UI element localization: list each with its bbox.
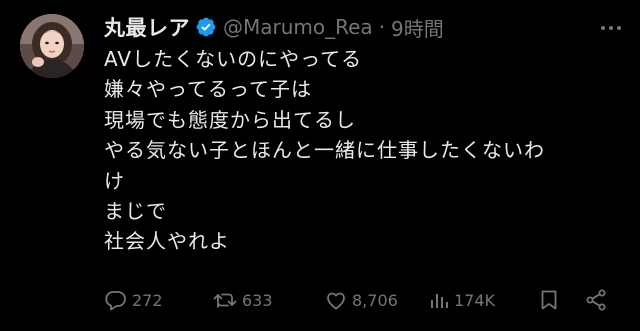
views-icon [431,294,448,308]
tweet-text-line: 嫌々やってるって子は [104,77,312,102]
tweet-text-line: 現場でも態度から出てるし [104,107,356,132]
tweet-text-line: やる気ない子とほんと一緒に仕事したくないわ [104,138,545,163]
retweet-count: 633 [242,290,273,310]
views-count: 174K [454,290,496,310]
tweet-timestamp[interactable]: 9時間 [391,13,444,42]
bookmark-button[interactable] [538,284,560,316]
verified-badge-icon [196,17,216,37]
display-name[interactable]: 丸最レア [104,12,190,42]
tweet-text-line: 社会人やれよ [104,229,230,254]
tweet-text-line: AVしたくないのにやってる [104,47,363,71]
tweet-header: 丸最レア @Marumo_Rea · 9時間 [104,12,444,42]
tweet-actions: 272 633 8,706 174K [0,284,640,316]
reply-button[interactable]: 272 [104,284,163,316]
reply-count: 272 [132,290,163,310]
tweet-text-line: け [104,168,125,193]
tweet[interactable]: 丸最レア @Marumo_Rea · 9時間 AVしたくないのにやってる 嫌々や… [0,0,640,331]
like-button[interactable]: 8,706 [324,284,398,316]
author-handle[interactable]: @Marumo_Rea [223,15,373,39]
share-button[interactable] [584,284,608,316]
tweet-text: AVしたくないのにやってる 嫌々やってるって子は 現場でも態度から出てるし やる… [104,44,624,257]
like-count: 8,706 [352,290,398,310]
retweet-button[interactable]: 633 [212,284,273,316]
retweet-icon [213,293,237,308]
separator-dot: · [378,15,386,39]
tweet-text-line: まじで [104,199,167,224]
share-icon [586,289,606,311]
views-button[interactable]: 174K [428,284,495,316]
avatar-photo-icon [20,14,84,78]
more-icon[interactable] [596,18,626,38]
heart-icon [327,292,345,310]
avatar[interactable] [20,14,84,78]
bookmark-icon [541,290,557,310]
reply-icon [105,291,126,311]
